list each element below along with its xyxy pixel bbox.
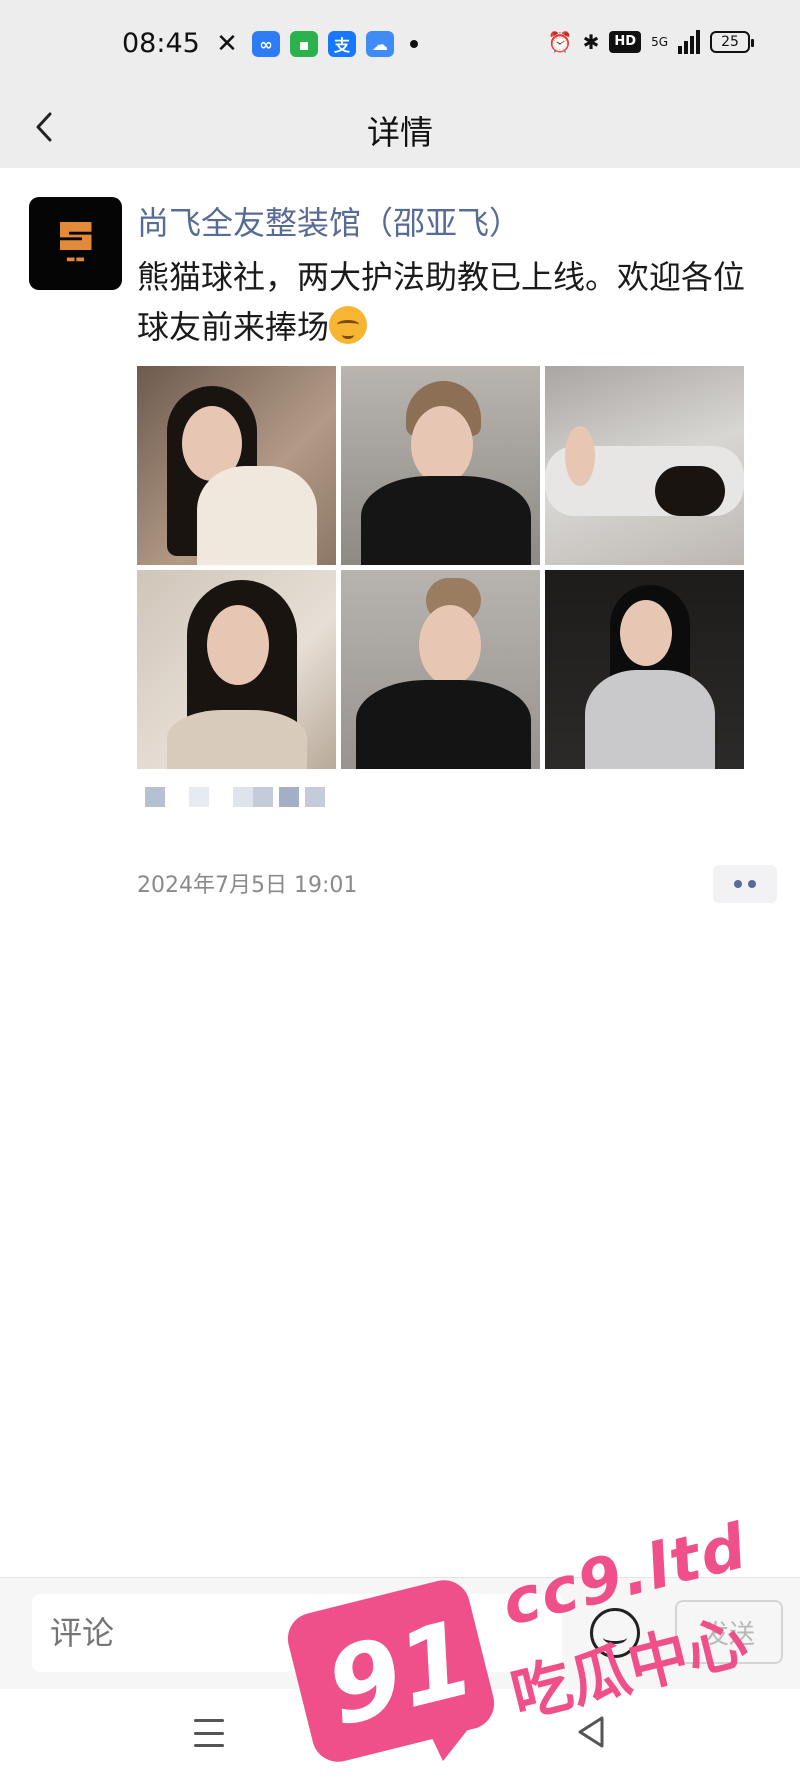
notification-dot-icon — [410, 40, 418, 48]
comment-bar: 发送 — [0, 1577, 800, 1689]
bluetooth-icon: ✱ — [582, 30, 600, 54]
brand-logo-icon — [59, 222, 92, 250]
infinity-app-icon: ∞ — [252, 31, 280, 57]
comment-input[interactable] — [32, 1594, 562, 1672]
avatar[interactable]: ▬▬ — [29, 197, 122, 290]
x-icon: ✕ — [216, 29, 238, 59]
status-time: 08:45 — [122, 28, 200, 59]
more-actions-button[interactable] — [713, 865, 777, 903]
emoji-button[interactable] — [590, 1608, 640, 1658]
photo-grid — [137, 366, 745, 769]
photo-6[interactable] — [545, 570, 744, 769]
post-text: 熊猫球社，两大护法助教已上线。欢迎各位球友前来捧场 — [137, 252, 757, 352]
dot-icon — [748, 880, 756, 888]
post-timestamp: 2024年7月5日 19:01 — [137, 873, 358, 898]
hd-badge: HD — [609, 31, 642, 53]
page-title: 详情 — [367, 113, 433, 152]
send-button[interactable]: 发送 — [675, 1600, 783, 1664]
chat-app-icon: ▪ — [290, 31, 318, 57]
home-key-icon[interactable] — [385, 1717, 413, 1745]
photo-5[interactable] — [341, 570, 540, 769]
dot-icon — [734, 880, 742, 888]
photo-4[interactable] — [137, 570, 336, 769]
weather-icon: ☁ — [366, 31, 394, 57]
back-key-icon[interactable] — [576, 1715, 606, 1749]
alipay-icon: 支 — [328, 31, 356, 57]
alarm-icon: ⏰ — [547, 30, 573, 54]
blurred-text — [145, 787, 325, 807]
battery-icon: 25 — [710, 31, 754, 53]
system-nav-bar — [0, 1689, 800, 1787]
signal-icon — [678, 30, 700, 54]
post-author[interactable]: 尚飞全友整装馆（邵亚飞） — [137, 198, 521, 244]
relieved-face-emoji-icon — [329, 306, 368, 344]
status-app-icons: ✕ ∞ ▪ 支 ☁ — [212, 29, 418, 59]
photo-1[interactable] — [137, 366, 336, 565]
nav-bar: 详情 — [0, 90, 800, 168]
photo-3[interactable] — [545, 366, 744, 565]
logo-mark: ▬▬ — [66, 254, 85, 265]
photo-2[interactable] — [341, 366, 540, 565]
status-bar: 08:45 ✕ ∞ ▪ 支 ☁ ⏰ ✱ HD 5G 25 — [0, 0, 800, 90]
post-text-content: 熊猫球社，两大护法助教已上线。欢迎各位球友前来捧场 — [137, 258, 746, 346]
status-right: ⏰ ✱ HD 5G 25 — [547, 30, 754, 54]
network-label: 5G — [651, 35, 668, 49]
menu-key-icon[interactable] — [194, 1719, 224, 1747]
